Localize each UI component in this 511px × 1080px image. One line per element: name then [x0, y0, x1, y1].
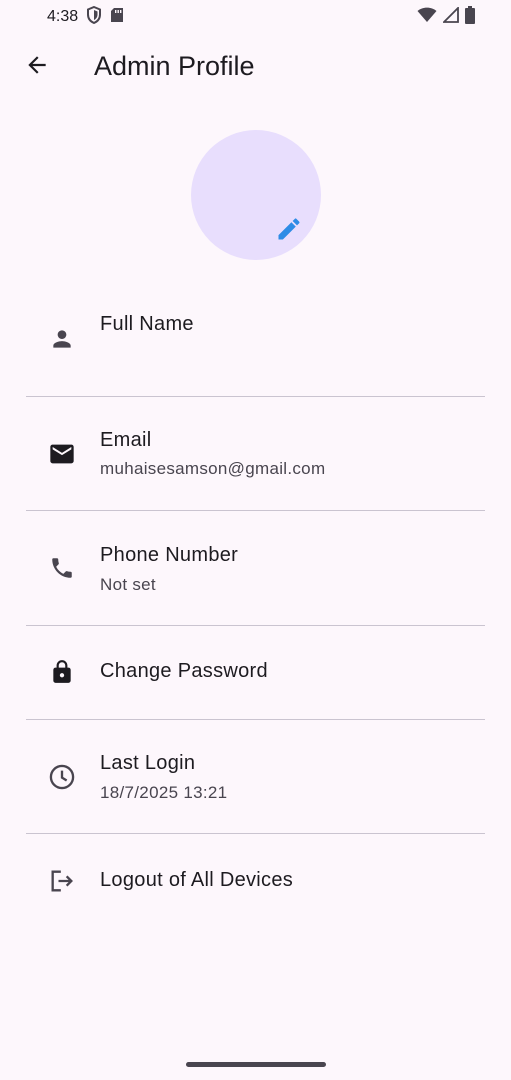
battery-icon [465, 5, 475, 29]
list-item-title: Last Login [100, 752, 196, 774]
list-item-phone[interactable]: Phone Number Not set [26, 511, 485, 625]
list-item-title: Logout of All Devices [100, 869, 294, 891]
page-title: Admin Profile [94, 51, 255, 81]
mail-icon [48, 440, 76, 468]
list-item-title: Phone Number [100, 544, 239, 566]
list-item-email[interactable]: Email muhaisesamson@gmail.com [26, 397, 485, 510]
list-item-subtitle: 18/7/2025 13:21 [100, 783, 228, 802]
list-item-last-login: Last Login 18/7/2025 13:21 [26, 720, 485, 833]
list-item-change-password[interactable]: Change Password [26, 626, 485, 719]
clock-icon [48, 763, 76, 791]
wifi-icon [417, 7, 437, 28]
shield-icon [86, 5, 102, 29]
list-item-title: Full Name [100, 313, 194, 335]
person-icon [48, 325, 76, 353]
lock-icon [48, 658, 76, 686]
profile-list: Full Name Email muhaisesamson@gmail.com … [26, 280, 485, 926]
list-item-full-name[interactable]: Full Name [26, 280, 485, 396]
status-left: 4:38 [47, 5, 124, 29]
status-right [417, 5, 475, 29]
navigation-handle[interactable] [186, 1062, 326, 1067]
list-item-subtitle: muhaisesamson@gmail.com [100, 459, 326, 478]
pencil-icon [275, 215, 303, 248]
app-bar: Admin Profile [0, 34, 511, 100]
list-item-title: Change Password [100, 660, 268, 682]
arrow-back-icon [24, 52, 50, 83]
logout-icon [48, 867, 76, 895]
phone-icon [48, 554, 76, 582]
list-item-title: Email [100, 429, 152, 451]
status-bar: 4:38 [0, 0, 511, 34]
sd-card-icon [110, 7, 124, 28]
status-time: 4:38 [47, 8, 79, 25]
back-button[interactable] [20, 50, 54, 84]
list-item-logout-all-devices[interactable]: Logout of All Devices [26, 834, 485, 926]
edit-avatar-button[interactable] [274, 216, 304, 246]
cell-signal-icon [441, 5, 459, 28]
list-item-subtitle: Not set [100, 575, 156, 594]
